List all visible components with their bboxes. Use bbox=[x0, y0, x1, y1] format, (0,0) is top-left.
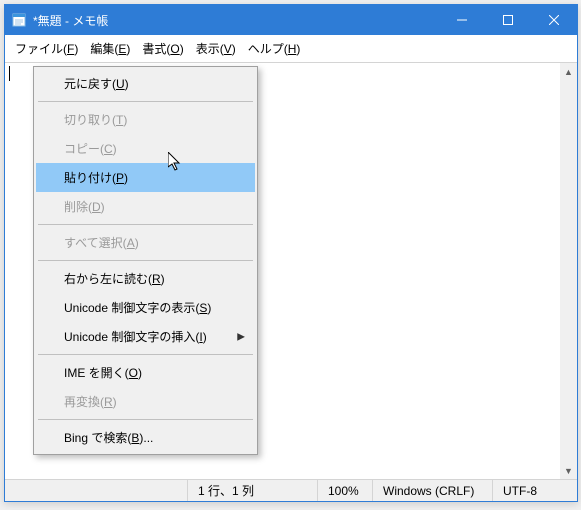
ctx-rtl[interactable]: 右から左に読む(R) bbox=[36, 264, 255, 293]
ctx-separator bbox=[38, 419, 253, 420]
ctx-separator bbox=[38, 260, 253, 261]
ctx-delete[interactable]: 削除(D) bbox=[36, 192, 255, 221]
status-encoding: UTF-8 bbox=[492, 480, 577, 501]
menu-help[interactable]: ヘルプ(H) bbox=[242, 37, 307, 60]
menu-edit[interactable]: 編集(E) bbox=[84, 37, 136, 60]
ctx-copy[interactable]: コピー(C) bbox=[36, 134, 255, 163]
vertical-scrollbar[interactable]: ▲ ▼ bbox=[560, 63, 577, 479]
ctx-bing-search[interactable]: Bing で検索(B)... bbox=[36, 423, 255, 452]
ctx-paste[interactable]: 貼り付け(P) bbox=[36, 163, 255, 192]
ctx-insert-unicode[interactable]: Unicode 制御文字の挿入(I) ▶ bbox=[36, 322, 255, 351]
ctx-reconvert[interactable]: 再変換(R) bbox=[36, 387, 255, 416]
ctx-separator bbox=[38, 354, 253, 355]
status-zoom: 100% bbox=[317, 480, 372, 501]
menu-format[interactable]: 書式(O) bbox=[136, 37, 189, 60]
text-caret bbox=[9, 66, 10, 81]
titlebar[interactable]: *無題 - メモ帳 bbox=[5, 5, 577, 35]
window-title: *無題 - メモ帳 bbox=[33, 12, 439, 29]
notepad-icon bbox=[11, 12, 27, 28]
ctx-select-all[interactable]: すべて選択(A) bbox=[36, 228, 255, 257]
scroll-up-icon[interactable]: ▲ bbox=[560, 63, 577, 80]
ctx-cut[interactable]: 切り取り(T) bbox=[36, 105, 255, 134]
close-button[interactable] bbox=[531, 5, 577, 35]
statusbar: 1 行、1 列 100% Windows (CRLF) UTF-8 bbox=[5, 479, 577, 501]
submenu-arrow-icon: ▶ bbox=[237, 331, 245, 342]
minimize-button[interactable] bbox=[439, 5, 485, 35]
ctx-insert-unicode-label: Unicode 制御文字の挿入(I) bbox=[64, 330, 207, 344]
window-controls bbox=[439, 5, 577, 35]
ctx-undo[interactable]: 元に戻す(U) bbox=[36, 69, 255, 98]
menu-file[interactable]: ファイル(F) bbox=[9, 37, 84, 60]
menubar: ファイル(F) 編集(E) 書式(O) 表示(V) ヘルプ(H) bbox=[5, 35, 577, 63]
status-spacer bbox=[5, 480, 187, 501]
scroll-down-icon[interactable]: ▼ bbox=[560, 462, 577, 479]
ctx-separator bbox=[38, 224, 253, 225]
status-position: 1 行、1 列 bbox=[187, 480, 317, 501]
ctx-show-unicode[interactable]: Unicode 制御文字の表示(S) bbox=[36, 293, 255, 322]
status-line-ending: Windows (CRLF) bbox=[372, 480, 492, 501]
ctx-separator bbox=[38, 101, 253, 102]
maximize-button[interactable] bbox=[485, 5, 531, 35]
menu-view[interactable]: 表示(V) bbox=[190, 37, 242, 60]
ctx-open-ime[interactable]: IME を開く(O) bbox=[36, 358, 255, 387]
context-menu: 元に戻す(U) 切り取り(T) コピー(C) 貼り付け(P) 削除(D) すべて… bbox=[33, 66, 258, 455]
